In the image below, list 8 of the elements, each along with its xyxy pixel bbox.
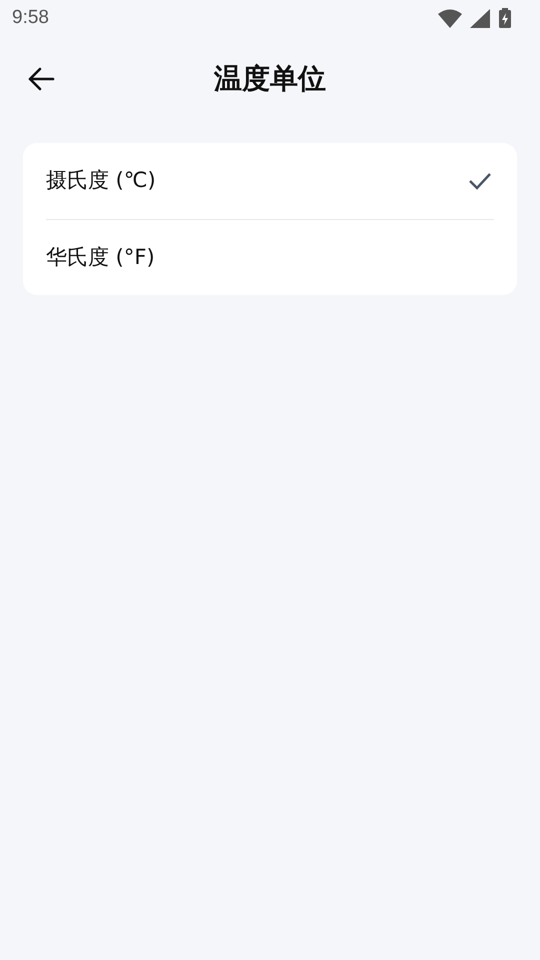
page-title: 温度单位 <box>214 62 326 95</box>
back-arrow-icon <box>26 66 56 92</box>
signal-icon <box>470 8 490 28</box>
battery-icon <box>498 8 512 28</box>
status-time: 9:58 <box>12 6 49 30</box>
wifi-icon <box>438 8 462 28</box>
unit-option[interactable]: 摄氏度 (℃) <box>46 143 494 219</box>
unit-option[interactable]: 华氏度 (°F) <box>46 219 494 295</box>
